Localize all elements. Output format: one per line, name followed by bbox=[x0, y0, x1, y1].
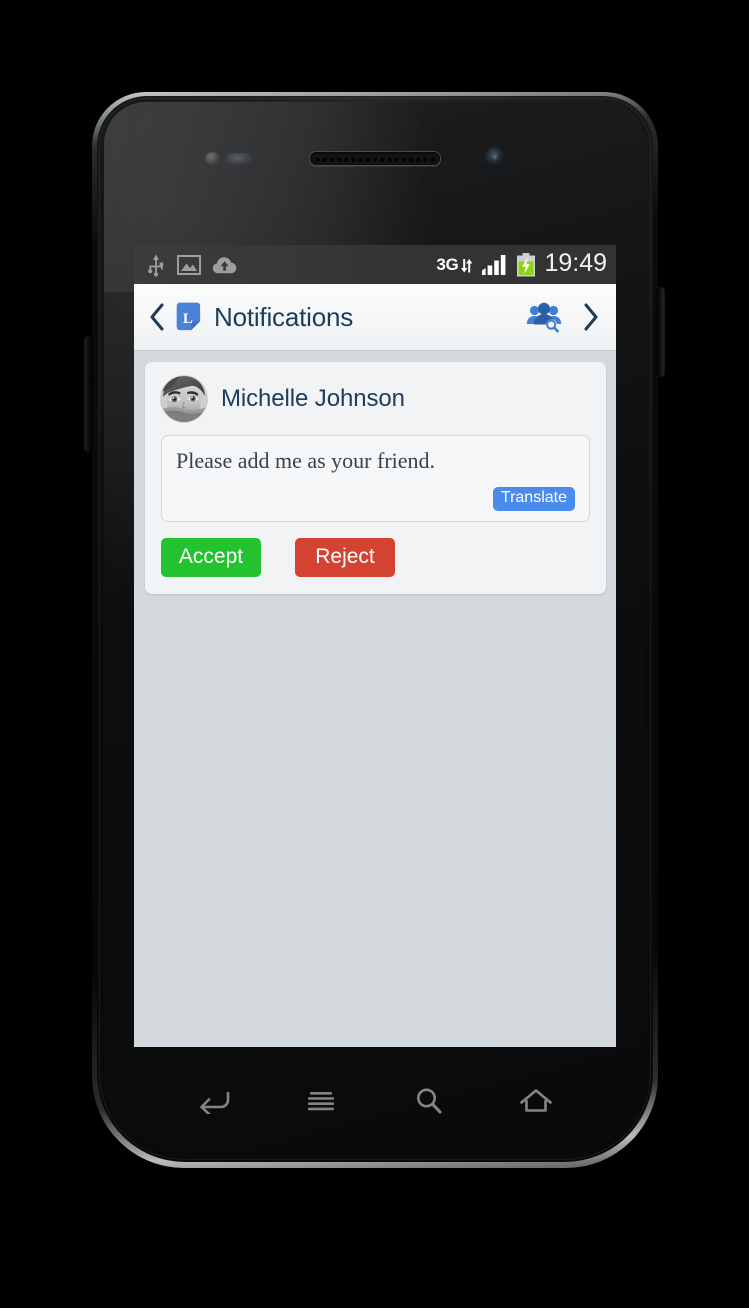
action-bar: L Notifications bbox=[134, 284, 616, 351]
next-nav-button[interactable] bbox=[580, 303, 602, 331]
data-transfer-arrows-icon bbox=[461, 259, 473, 273]
status-bar: 3G 19:49 bbox=[134, 245, 616, 284]
network-type-label: 3G bbox=[436, 255, 459, 274]
back-icon bbox=[199, 1091, 230, 1114]
android-nav-bar bbox=[134, 1047, 616, 1155]
status-bar-right-icons: 3G 19:49 bbox=[436, 251, 607, 278]
power-button[interactable] bbox=[657, 287, 664, 377]
translate-row: Translate bbox=[176, 487, 575, 511]
card-actions: Accept Reject bbox=[161, 537, 590, 577]
user-avatar-photo bbox=[161, 376, 207, 422]
battery-charging-icon bbox=[517, 252, 536, 276]
message-box: Please add me as your friend. Translate bbox=[161, 435, 590, 522]
notifications-list: Michelle Johnson Please add me as your f… bbox=[134, 351, 616, 1047]
svg-text:L: L bbox=[183, 311, 193, 327]
light-sensor bbox=[226, 153, 252, 165]
translate-button[interactable]: Translate bbox=[492, 487, 575, 511]
network-type-indicator: 3G bbox=[436, 255, 473, 274]
nav-home-button[interactable] bbox=[509, 1078, 563, 1124]
reject-button[interactable]: Reject bbox=[295, 537, 395, 577]
search-icon bbox=[416, 1088, 442, 1114]
status-bar-clock: 19:49 bbox=[544, 249, 607, 277]
page-title: Notifications bbox=[214, 301, 354, 332]
cloud-upload-icon bbox=[212, 256, 237, 273]
find-friends-icon[interactable] bbox=[526, 301, 562, 333]
nav-menu-button[interactable] bbox=[294, 1078, 348, 1124]
card-header: Michelle Johnson bbox=[161, 376, 590, 422]
nav-back-button[interactable] bbox=[187, 1078, 241, 1124]
screenshot-image-icon bbox=[177, 254, 201, 275]
sender-name: Michelle Johnson bbox=[221, 385, 405, 412]
chevron-left-icon bbox=[150, 303, 164, 331]
volume-button[interactable] bbox=[85, 336, 93, 452]
avatar[interactable] bbox=[161, 376, 207, 422]
front-camera bbox=[485, 147, 506, 168]
earpiece-grille bbox=[314, 154, 436, 163]
friend-request-card: Michelle Johnson Please add me as your f… bbox=[145, 362, 606, 594]
phone-device: 3G 19:49 L Notifications Michelle Johnso… bbox=[85, 92, 664, 1168]
back-nav-button[interactable] bbox=[144, 303, 170, 331]
phone-screen: 3G 19:49 L Notifications Michelle Johnso… bbox=[134, 245, 616, 1047]
message-text: Please add me as your friend. bbox=[176, 448, 436, 473]
home-icon bbox=[520, 1089, 553, 1112]
menu-icon bbox=[308, 1092, 335, 1111]
signal-bars-icon bbox=[482, 254, 506, 275]
app-logo-l[interactable]: L bbox=[172, 302, 202, 332]
proximity-sensor bbox=[205, 152, 220, 165]
nav-search-button[interactable] bbox=[402, 1078, 456, 1124]
accept-button[interactable]: Accept bbox=[161, 537, 261, 577]
status-bar-left-icons bbox=[146, 253, 436, 277]
usb-icon bbox=[148, 254, 164, 276]
earpiece-speaker bbox=[309, 151, 441, 166]
chevron-right-icon bbox=[584, 303, 598, 331]
